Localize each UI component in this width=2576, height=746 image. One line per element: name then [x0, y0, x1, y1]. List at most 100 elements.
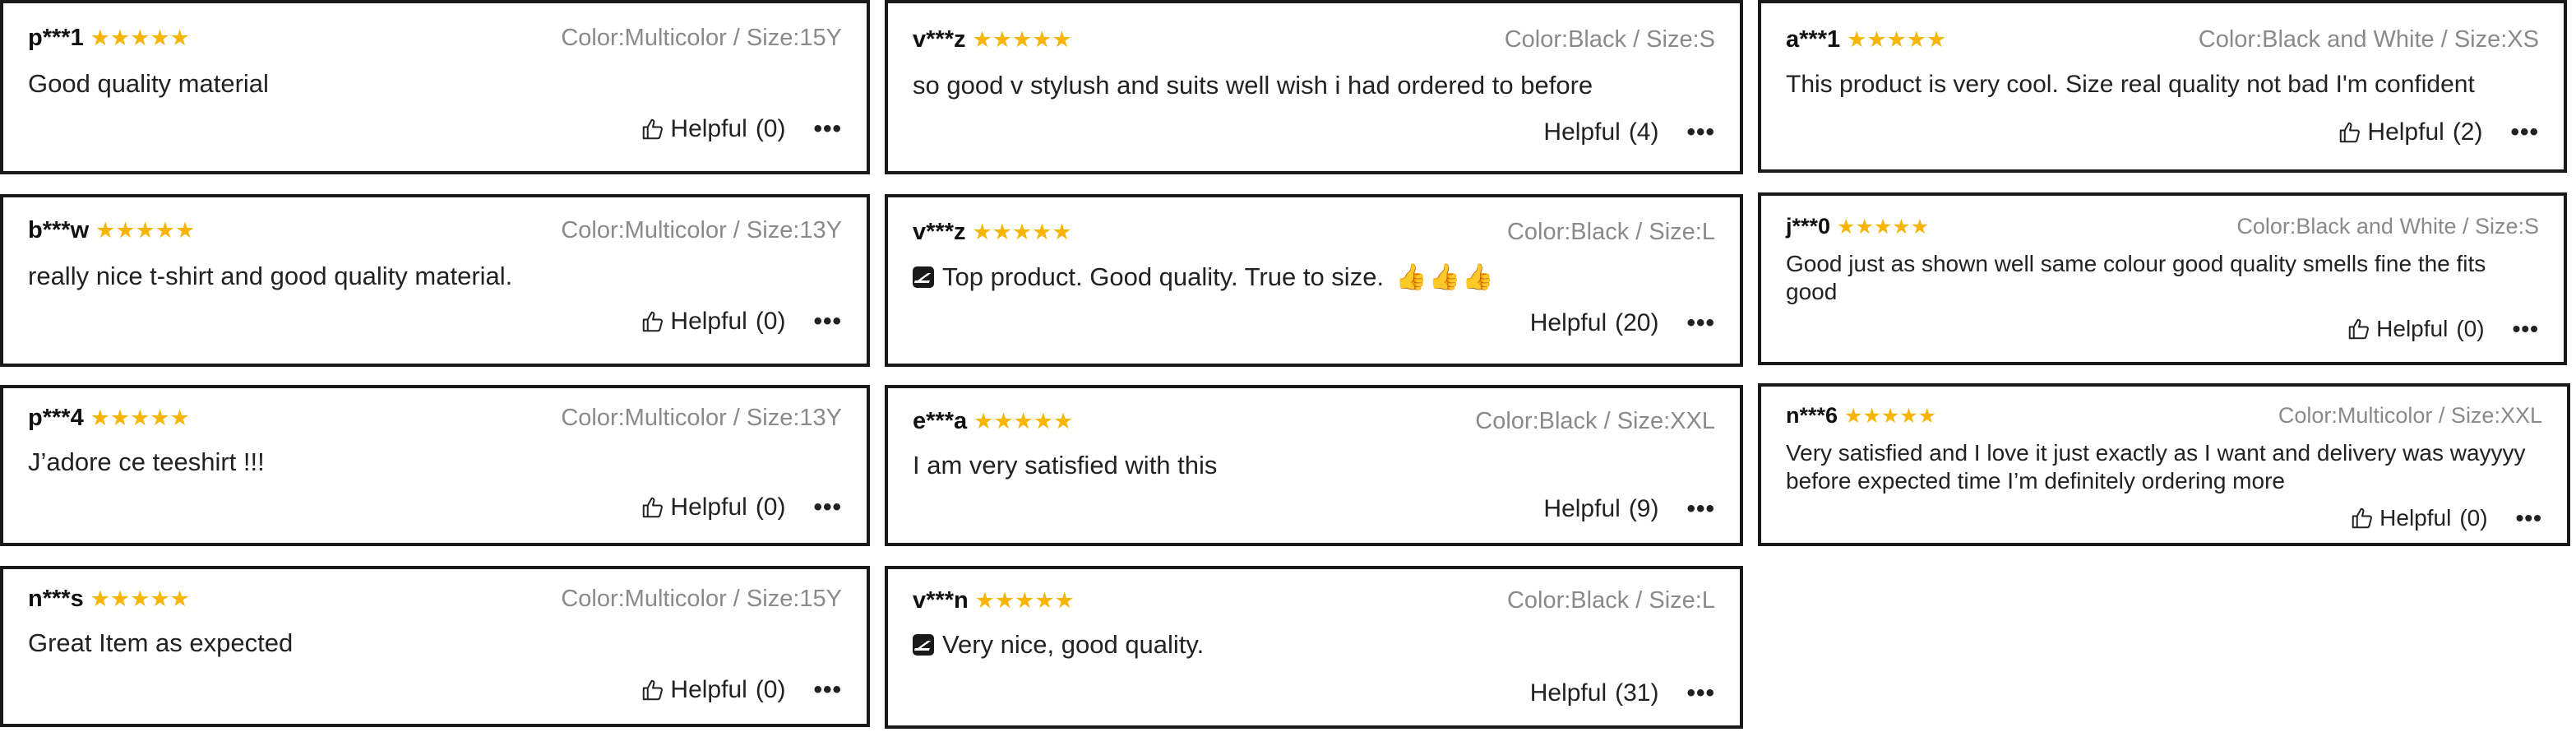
helpful-button[interactable]: Helpful (31) [1530, 679, 1659, 707]
product-attributes: Color:Black / Size:L [1506, 587, 1715, 614]
review-text: This product is very cool. Size real qua… [1786, 71, 2531, 99]
helpful-button[interactable]: Helpful (2) [2338, 118, 2482, 146]
review-header: a***1 ★★★★★ [1786, 26, 1946, 53]
reviewer-name: p***1 [28, 25, 84, 51]
review-text-content: This product is very cool. Size real qua… [1786, 71, 2475, 98]
more-options-icon[interactable]: ••• [2516, 505, 2542, 531]
helpful-count: (0) [755, 493, 786, 521]
star-rating-icon: ★★★★★ [974, 409, 1074, 433]
reviewer-name: a***1 [1786, 26, 1841, 53]
review-card: n***s ★★★★★ Color:Multicolor / Size:15Y … [0, 566, 870, 727]
review-text-content: I am very satisfied with this [913, 451, 1218, 480]
star-rating-icon: ★★★★★ [972, 220, 1072, 244]
review-text: Top product. Good quality. True to size.… [913, 262, 1707, 292]
review-card: j***0 ★★★★★ Color:Black and White / Size… [1758, 192, 2567, 365]
helpful-button[interactable]: Helpful (0) [641, 493, 785, 521]
more-options-icon[interactable]: ••• [1686, 495, 1715, 523]
star-rating-icon: ★★★★★ [95, 218, 196, 243]
reviewer-name: n***6 [1786, 403, 1838, 428]
review-card: b***w ★★★★★ Color:Multicolor / Size:13Y … [0, 194, 870, 367]
photo-icon[interactable] [913, 266, 934, 288]
review-card: v***z ★★★★★ Color:Black / Size:L Top pro… [885, 194, 1743, 367]
review-text-content: Top product. Good quality. True to size. [942, 262, 1385, 291]
more-options-icon[interactable]: ••• [813, 676, 842, 704]
review-footer: Helpful (0) ••• [641, 493, 842, 521]
product-attributes: Color:Black / Size:L [1506, 219, 1715, 245]
review-footer: Helpful (0) ••• [641, 115, 842, 143]
reviewer-name: v***n [913, 587, 969, 614]
review-footer: Helpful (20) ••• [1530, 309, 1715, 337]
thumbs-up-icon [2340, 122, 2361, 143]
more-options-icon[interactable]: ••• [1686, 118, 1715, 146]
review-text-content: really nice t-shirt and good quality mat… [28, 262, 513, 290]
more-options-icon[interactable]: ••• [813, 493, 842, 521]
helpful-label: Helpful [2379, 505, 2452, 531]
review-text-content: Very satisfied and I love it just exactl… [1786, 440, 2526, 493]
star-rating-icon: ★★★★★ [972, 27, 1072, 52]
helpful-label: Helpful [1543, 118, 1621, 146]
thumbs-up-icon [643, 679, 664, 701]
review-header: v***n ★★★★★ [913, 587, 1075, 614]
review-footer: Helpful (0) ••• [641, 308, 842, 336]
helpful-button[interactable]: Helpful (0) [641, 115, 785, 143]
more-options-icon[interactable]: ••• [813, 115, 842, 143]
product-attributes: Color:Multicolor / Size:15Y [561, 586, 842, 612]
helpful-count: (9) [1628, 495, 1659, 522]
star-rating-icon: ★★★★★ [974, 588, 1075, 613]
thumbs-up-icon [2352, 507, 2373, 529]
review-footer: Helpful (4) ••• [1543, 118, 1715, 146]
helpful-button[interactable]: Helpful (4) [1543, 118, 1658, 146]
review-text-content: Very nice, good quality. [942, 630, 1205, 659]
review-text: so good v stylush and suits well wish i … [913, 71, 1707, 100]
review-header: v***z ★★★★★ [913, 26, 1072, 53]
helpful-label: Helpful [1543, 495, 1621, 522]
helpful-button[interactable]: Helpful (0) [2347, 316, 2485, 342]
review-footer: Helpful (0) ••• [2347, 316, 2539, 342]
review-card: e***a ★★★★★ Color:Black / Size:XXL I am … [885, 385, 1743, 546]
helpful-label: Helpful [670, 308, 747, 335]
more-options-icon[interactable]: ••• [2510, 118, 2539, 146]
review-card: v***n ★★★★★ Color:Black / Size:L Very ni… [885, 566, 1743, 729]
helpful-button[interactable]: Helpful (0) [641, 308, 785, 336]
review-header: n***s ★★★★★ [28, 586, 190, 613]
helpful-button[interactable]: Helpful (9) [1543, 495, 1658, 523]
helpful-count: (31) [1615, 679, 1659, 707]
reviewer-name: e***a [913, 408, 968, 434]
star-rating-icon: ★★★★★ [90, 586, 190, 611]
review-text-content: J’adore ce teeshirt !!! [28, 447, 265, 476]
review-footer: Helpful (0) ••• [2350, 505, 2542, 531]
review-text: Very nice, good quality. [913, 630, 1707, 660]
review-header: e***a ★★★★★ [913, 408, 1073, 435]
review-header: j***0 ★★★★★ [1786, 214, 1929, 239]
more-options-icon[interactable]: ••• [813, 308, 842, 336]
review-header: p***1 ★★★★★ [28, 25, 190, 52]
helpful-count: (2) [2452, 118, 2483, 146]
product-attributes: Color:Black and White / Size:XS [2198, 26, 2539, 53]
photo-icon[interactable] [913, 634, 934, 656]
thumbs-up-icon [2348, 318, 2370, 340]
helpful-button[interactable]: Helpful (0) [2350, 505, 2488, 531]
helpful-count: (0) [755, 308, 786, 335]
review-text: really nice t-shirt and good quality mat… [28, 262, 834, 291]
product-attributes: Color:Black and White / Size:S [2236, 214, 2539, 239]
helpful-count: (0) [755, 115, 786, 142]
more-options-icon[interactable]: ••• [1686, 309, 1715, 337]
helpful-button[interactable]: Helpful (20) [1530, 309, 1659, 337]
review-text-content: Good just as shown well same colour good… [1786, 251, 2486, 304]
more-options-icon[interactable]: ••• [2513, 316, 2539, 342]
helpful-label: Helpful [670, 676, 747, 703]
more-options-icon[interactable]: ••• [1686, 679, 1715, 707]
review-text: J’adore ce teeshirt !!! [28, 447, 834, 477]
helpful-button[interactable]: Helpful (0) [641, 676, 785, 704]
helpful-count: (20) [1615, 309, 1659, 336]
product-attributes: Color:Black / Size:S [1504, 26, 1715, 53]
review-footer: Helpful (2) ••• [2338, 118, 2539, 146]
product-attributes: Color:Multicolor / Size:13Y [561, 405, 842, 431]
star-rating-icon: ★★★★★ [1844, 404, 1937, 428]
helpful-label: Helpful [2367, 118, 2444, 146]
product-attributes: Color:Black / Size:XXL [1475, 408, 1715, 434]
reviewer-name: v***z [913, 26, 966, 53]
review-text: Good just as shown well same colour good… [1786, 250, 2531, 306]
review-header: v***z ★★★★★ [913, 219, 1072, 246]
helpful-label: Helpful [2376, 316, 2449, 341]
